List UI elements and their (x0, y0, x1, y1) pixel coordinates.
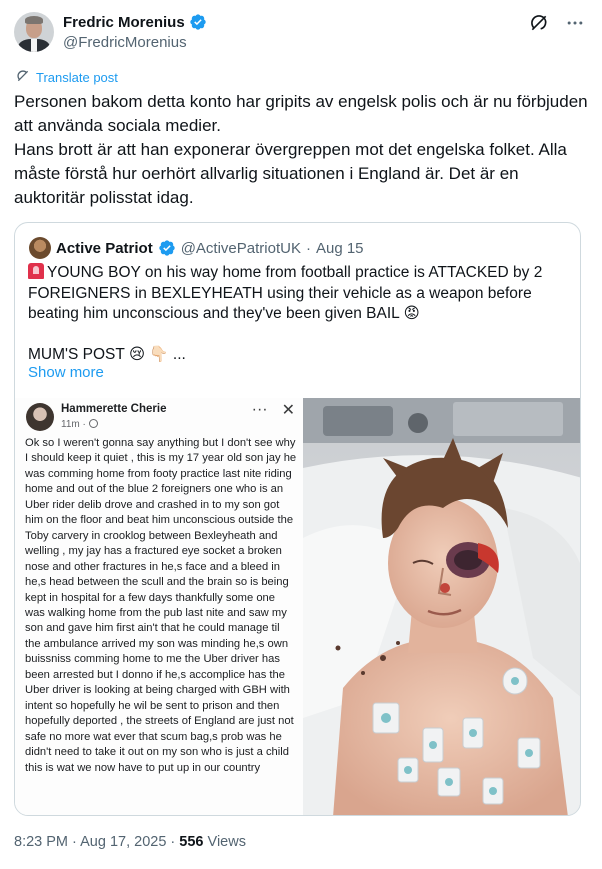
embedded-facebook-post-image: Hammerette Cherie 11m · ··· ✕ Ok so I we… (15, 398, 303, 815)
show-more-link[interactable]: Show more (28, 364, 104, 381)
quoted-text-line2: MUM'S POST 😢 👇🏻 ... (28, 346, 186, 363)
verified-badge-icon[interactable] (189, 13, 207, 31)
post-time[interactable]: 8:23 PM (14, 834, 68, 850)
fb-post-body: Ok so I weren't gonna say anything but I… (25, 437, 297, 774)
quoted-post-text: YOUNG BOY on his way home from football … (28, 263, 568, 366)
translate-label: Translate post (36, 70, 118, 85)
author-display-name[interactable]: Fredric Morenius (63, 14, 185, 31)
hospital-photo (303, 398, 580, 815)
verified-badge-icon (158, 239, 176, 257)
post-top-actions (528, 12, 586, 34)
post-metadata: 8:23 PM · Aug 17, 2025 · 556 Views (14, 834, 246, 850)
views-label: Views (207, 834, 246, 850)
quoted-author-handle: @ActivePatriotUK (180, 239, 301, 257)
fb-post-time: 11m · (61, 419, 98, 430)
translate-post-link[interactable]: Translate post (16, 69, 118, 86)
author-names: Fredric Morenius @FredricMorenius (63, 13, 207, 51)
quoted-author-avatar (29, 237, 51, 259)
quoted-date: Aug 15 (315, 239, 364, 257)
grok-icon[interactable] (528, 12, 550, 34)
fb-more-icon: ··· (251, 401, 268, 418)
siren-emoji-icon (28, 263, 44, 279)
fb-author-avatar (26, 403, 54, 431)
globe-icon (88, 419, 98, 428)
more-icon[interactable] (564, 12, 586, 34)
author-avatar[interactable] (14, 12, 54, 52)
quoted-author-name: Active Patriot (56, 239, 153, 257)
post-header: Fredric Morenius @FredricMorenius (14, 12, 588, 56)
author-handle[interactable]: @FredricMorenius (63, 34, 207, 51)
quoted-post-header: Active Patriot @ActivePatriotUK · Aug 15 (29, 237, 364, 259)
quoted-separator: · (305, 239, 311, 257)
quoted-text-line1: YOUNG BOY on his way home from football … (28, 264, 543, 322)
post-text: Personen bakom detta konto har gripits a… (14, 92, 588, 207)
views-count[interactable]: 556 (179, 834, 203, 850)
translate-icon (16, 69, 30, 86)
post-date[interactable]: Aug 17, 2025 (80, 834, 166, 850)
quoted-post[interactable]: Active Patriot @ActivePatriotUK · Aug 15… (14, 222, 581, 816)
fb-close-icon: ✕ (281, 402, 295, 419)
fb-actions: ··· ✕ (252, 400, 295, 420)
fb-author-name: Hammerette Cherie (61, 403, 167, 415)
